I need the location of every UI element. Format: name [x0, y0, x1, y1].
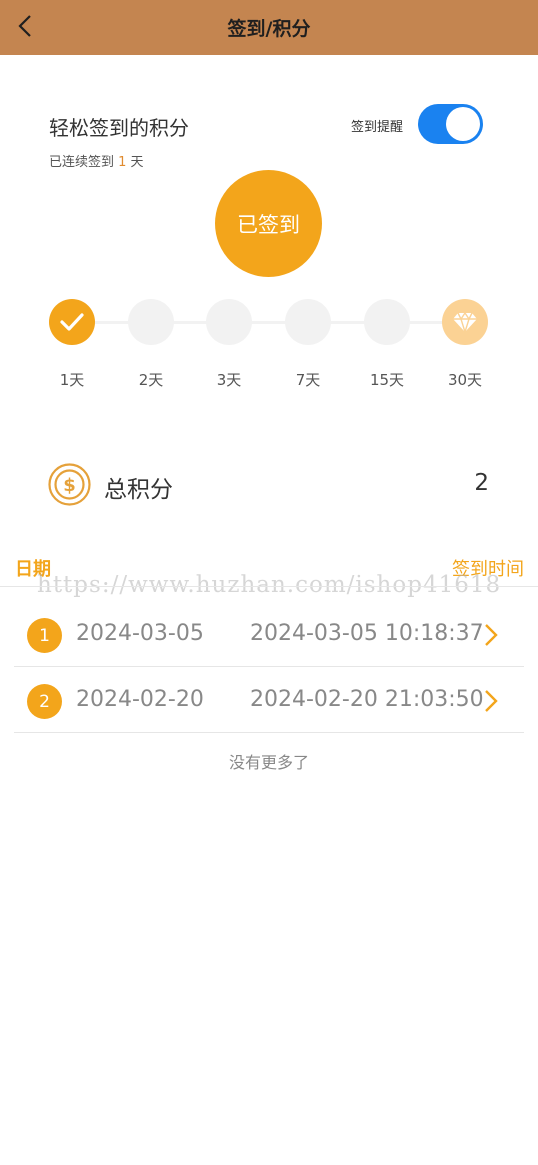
- top-bar: 签到/积分: [0, 0, 538, 55]
- record-row[interactable]: 1 2024-03-05 2024-03-05 10:18:37: [14, 601, 524, 667]
- diamond-icon: [453, 311, 477, 333]
- row-time: 2024-02-20 21:03:50: [250, 687, 484, 712]
- checkin-streak: 已连续签到 1 天: [49, 151, 144, 170]
- milestone-label-4: 7天: [295, 371, 321, 389]
- page-title: 签到/积分: [227, 18, 311, 40]
- milestone-dot-6: [442, 299, 488, 345]
- toggle-knob: [446, 107, 480, 141]
- signed-button[interactable]: 已签到: [215, 170, 322, 277]
- milestone-dot-3: [206, 299, 252, 345]
- streak-suffix: 天: [126, 155, 144, 170]
- row-index: 2: [27, 684, 62, 719]
- chevron-right-icon: [485, 624, 498, 646]
- milestone-dot-4: [285, 299, 331, 345]
- row-date: 2024-03-05: [76, 621, 204, 646]
- record-row[interactable]: 2 2024-02-20 2024-02-20 21:03:50: [14, 667, 524, 733]
- divider: [0, 586, 538, 587]
- milestone-dot-5: [364, 299, 410, 345]
- svg-text:$: $: [63, 475, 76, 496]
- milestone-label-2: 2天: [138, 371, 164, 389]
- reminder-toggle[interactable]: [418, 104, 483, 144]
- coin-dollar-icon: $: [48, 463, 91, 506]
- milestone-label-5: 15天: [369, 371, 405, 389]
- row-date: 2024-02-20: [76, 687, 204, 712]
- reminder-label: 签到提醒: [351, 120, 404, 135]
- streak-prefix: 已连续签到: [49, 155, 119, 170]
- milestone-label-1: 1天: [59, 371, 85, 389]
- milestone-label-6: 30天: [447, 371, 483, 389]
- total-points-label: 总积分: [104, 477, 173, 503]
- milestone-dot-1: [49, 299, 95, 345]
- total-points-value: 2: [474, 470, 489, 496]
- watermark: https://www.huzhan.com/ishop41618: [37, 572, 502, 598]
- milestone-label-3: 3天: [216, 371, 242, 389]
- milestone-dot-2: [128, 299, 174, 345]
- check-icon: [60, 313, 84, 331]
- chevron-right-icon: [485, 690, 498, 712]
- row-time: 2024-03-05 10:18:37: [250, 621, 484, 646]
- no-more-text: 没有更多了: [228, 753, 309, 772]
- row-index: 1: [27, 618, 62, 653]
- checkin-title: 轻松签到的积分: [49, 116, 189, 140]
